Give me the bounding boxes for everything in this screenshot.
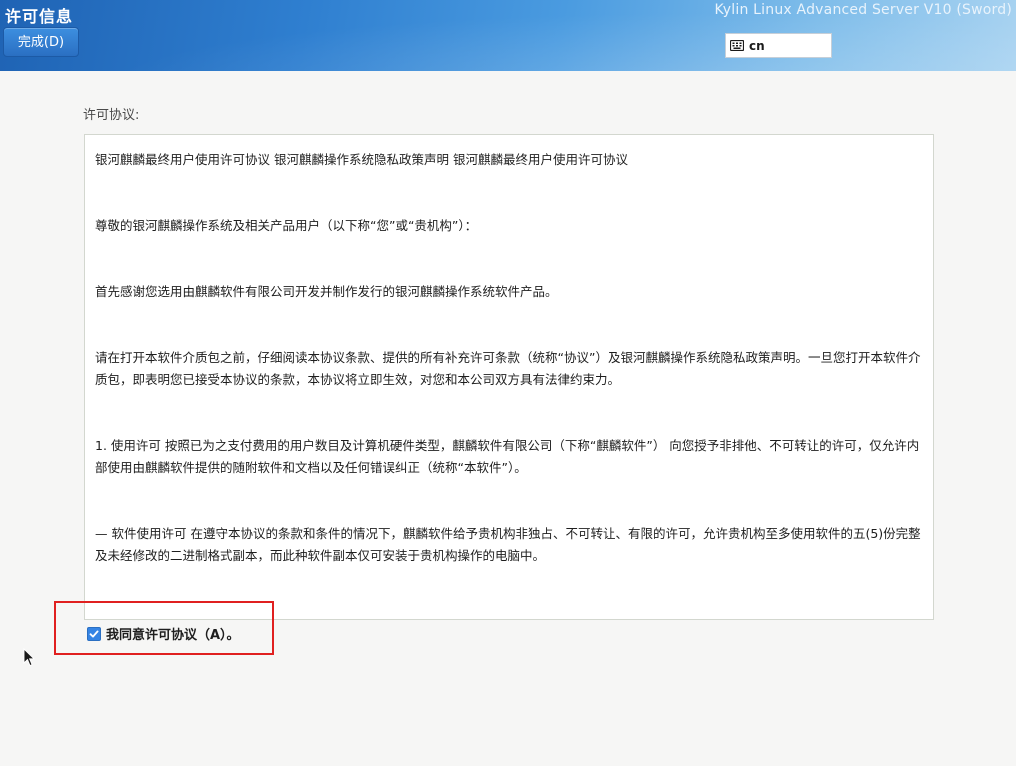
keyboard-layout-indicator[interactable]: cn: [725, 33, 832, 58]
agree-checkbox[interactable]: [87, 626, 101, 641]
mouse-pointer-icon: [23, 648, 35, 667]
agree-checkbox-row[interactable]: 我同意许可协议（A）。: [87, 624, 240, 643]
license-paragraph: 首先感谢您选用由麒麟软件有限公司开发并制作发行的银河麒麟操作系统软件产品。: [95, 284, 558, 299]
license-paragraph: 请在打开本软件介质包之前，仔细阅读本协议条款、提供的所有补充许可条款（统称“协议…: [95, 350, 921, 387]
keyboard-icon: [730, 40, 744, 51]
agree-label: 我同意许可协议（A）。: [106, 628, 240, 643]
product-name: Kylin Linux Advanced Server V10 (Sword): [714, 2, 1012, 18]
license-paragraph: — 软件使用许可 在遵守本协议的条款和条件的情况下，麒麟软件给予贵机构非独占、不…: [95, 526, 921, 563]
page-title: 许可信息: [5, 7, 74, 26]
license-paragraph: 1. 使用许可 按照已为之支付费用的用户数目及计算机硬件类型，麒麟软件有限公司（…: [95, 438, 920, 475]
keyboard-layout-label: cn: [749, 38, 765, 53]
header-bar: 许可信息 完成(D) Kylin Linux Advanced Server V…: [0, 0, 1016, 71]
license-text: 银河麒麟最终用户使用许可协议 银河麒麟操作系统隐私政策声明 银河麒麟最终用户使用…: [95, 149, 925, 611]
checkmark-icon: [89, 630, 99, 637]
license-paragraph: 银河麒麟最终用户使用许可协议 银河麒麟操作系统隐私政策声明 银河麒麟最终用户使用…: [95, 152, 628, 167]
done-button[interactable]: 完成(D): [3, 27, 79, 57]
license-paragraph: 尊敬的银河麒麟操作系统及相关产品用户（以下称“您”或“贵机构”）：: [95, 218, 478, 233]
license-section-label: 许可协议:: [83, 108, 140, 123]
license-text-view[interactable]: 银河麒麟最终用户使用许可协议 银河麒麟操作系统隐私政策声明 银河麒麟最终用户使用…: [84, 134, 934, 620]
